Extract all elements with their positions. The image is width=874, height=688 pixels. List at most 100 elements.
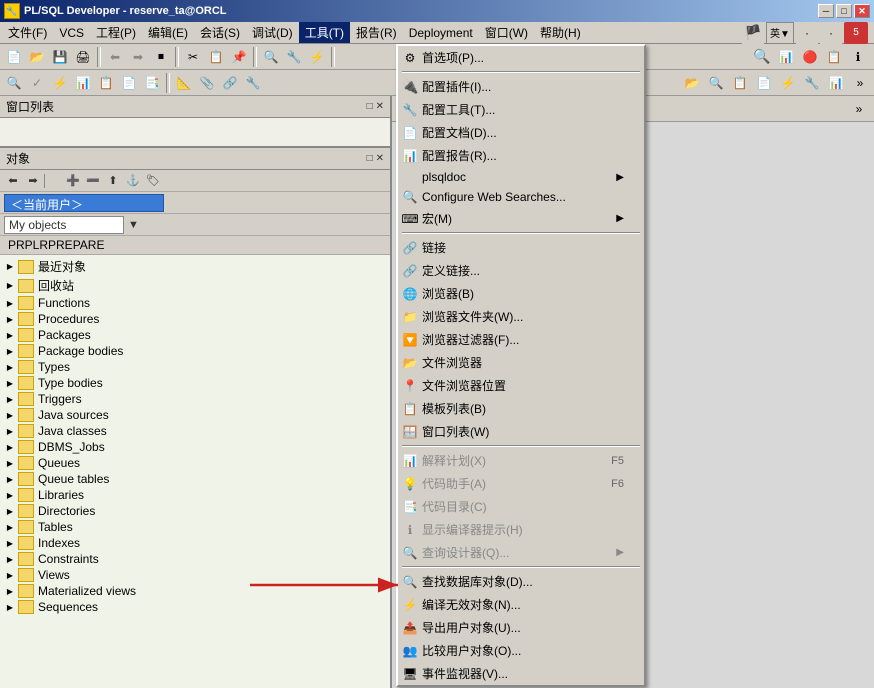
t2r-expand[interactable]: » — [849, 72, 871, 94]
menu-vcs[interactable]: VCS — [53, 24, 90, 42]
close-panel-icon[interactable]: ✕ — [376, 101, 384, 112]
t2-btn4[interactable]: 📊 — [72, 72, 94, 94]
t2r-btn5[interactable]: ⚡ — [777, 72, 799, 94]
t2r-btn7[interactable]: 📊 — [825, 72, 847, 94]
menu-tools[interactable]: 工具(T) — [299, 22, 350, 43]
tree-item-constraints[interactable]: ▶ Constraints — [0, 551, 390, 567]
lang-btn[interactable]: 英▼ — [766, 22, 794, 44]
obj-tb-back[interactable]: ⬅ — [4, 172, 22, 190]
schema-select[interactable]: ＜当前用户＞ — [4, 194, 164, 212]
obj-close-icon[interactable]: ✕ — [376, 153, 384, 164]
obj-tb-delete[interactable]: ➖ — [84, 172, 102, 190]
menu-deployment[interactable]: Deployment — [403, 24, 479, 42]
menu-project[interactable]: 工程(P) — [90, 22, 142, 43]
tree-item-directories[interactable]: ▶ Directories — [0, 503, 390, 519]
menu-session[interactable]: 会话(S) — [194, 22, 246, 43]
forward-btn[interactable]: ➡ — [127, 46, 149, 68]
t2-btn3[interactable]: ⚡ — [49, 72, 71, 94]
dm-define-link[interactable]: 🔗 定义链接... — [398, 259, 644, 282]
open-btn[interactable]: 📂 — [26, 46, 48, 68]
tree-item-javasrc[interactable]: ▶ Java sources — [0, 407, 390, 423]
dm-plsqldoc[interactable]: plsqldoc ▶ — [398, 167, 644, 187]
t2-btn2[interactable]: ✓ — [26, 72, 48, 94]
dm-compare-user-objects[interactable]: 👥 比较用户对象(O)... — [398, 639, 644, 662]
dm-window-list[interactable]: 🪟 窗口列表(W) — [398, 420, 644, 443]
save-btn[interactable]: 💾 — [49, 46, 71, 68]
dm-event-monitor[interactable]: 🖥 事件监视器(V)... — [398, 662, 644, 685]
dm-export-user-objects[interactable]: 📤 导出用户对象(U)... — [398, 616, 644, 639]
tb-icon1[interactable]: 🔍 — [751, 46, 773, 68]
tree-item-types[interactable]: ▶ Types — [0, 359, 390, 375]
dm-config-tools[interactable]: 🔧 配置工具(T)... — [398, 98, 644, 121]
copy-btn[interactable]: 📋 — [205, 46, 227, 68]
tree-item-indexes[interactable]: ▶ Indexes — [0, 535, 390, 551]
maximize-button[interactable]: □ — [836, 4, 852, 18]
tree-item-qtables[interactable]: ▶ Queue tables — [0, 471, 390, 487]
tb-icon5[interactable]: ℹ — [847, 46, 869, 68]
dm-config-reports[interactable]: 📊 配置报告(R)... — [398, 144, 644, 167]
filter-select[interactable]: My objects — [4, 216, 124, 234]
obj-tb-anchor[interactable]: ⚓ — [124, 172, 142, 190]
icon-btn3[interactable]: 5 — [844, 22, 868, 44]
tree-item-pkgbodies[interactable]: ▶ Package bodies — [0, 343, 390, 359]
print-btn[interactable]: 🖨 — [72, 46, 94, 68]
t2-btn7[interactable]: 📑 — [141, 72, 163, 94]
tree-item-recent[interactable]: ▶ 最近对象 — [0, 257, 390, 276]
menu-report[interactable]: 报告(R) — [350, 22, 403, 43]
dm-preferences[interactable]: ⚙ 首选项(P)... — [398, 46, 644, 69]
tree-item-queues[interactable]: ▶ Queues — [0, 455, 390, 471]
menu-edit[interactable]: 编辑(E) — [142, 22, 194, 43]
paste-btn[interactable]: 📌 — [228, 46, 250, 68]
tree-item-sequences[interactable]: ▶ Sequences — [0, 599, 390, 615]
minimize-button[interactable]: ─ — [818, 4, 834, 18]
back-btn[interactable]: ⬅ — [104, 46, 126, 68]
dm-template-list[interactable]: 📋 模板列表(B) — [398, 397, 644, 420]
tree-item-functions[interactable]: ▶ Functions — [0, 295, 390, 311]
t2-btn6[interactable]: 📄 — [118, 72, 140, 94]
dm-file-browser[interactable]: 📂 文件浏览器 — [398, 351, 644, 374]
t2-btn9[interactable]: 📎 — [196, 72, 218, 94]
dm-find-db-objects[interactable]: 🔍 查找数据库对象(D)... — [398, 570, 644, 593]
run-btn[interactable]: ⚡ — [306, 46, 328, 68]
menu-help[interactable]: 帮助(H) — [534, 22, 587, 43]
obj-tb-add[interactable]: ➕ — [64, 172, 82, 190]
dm-file-browser-location[interactable]: 📍 文件浏览器位置 — [398, 374, 644, 397]
tb-icon4[interactable]: 📋 — [823, 46, 845, 68]
t2-btn11[interactable]: 🔧 — [242, 72, 264, 94]
obj-float-icon[interactable]: □ — [367, 153, 373, 164]
obj-tb-flag[interactable]: 🏷 — [144, 172, 162, 190]
t2r-btn3[interactable]: 📋 — [729, 72, 751, 94]
tree-item-typebodies[interactable]: ▶ Type bodies — [0, 375, 390, 391]
stop-btn[interactable]: ⏹ — [150, 46, 172, 68]
dm-browser[interactable]: 🌐 浏览器(B) — [398, 282, 644, 305]
t2-btn10[interactable]: 🔗 — [219, 72, 241, 94]
dm-browser-folder[interactable]: 📁 浏览器文件夹(W)... — [398, 305, 644, 328]
dm-link[interactable]: 🔗 链接 — [398, 236, 644, 259]
tree-item-libraries[interactable]: ▶ Libraries — [0, 487, 390, 503]
t2r-btn2[interactable]: 🔍 — [705, 72, 727, 94]
dm-config-plugins[interactable]: 🔌 配置插件(I)... — [398, 75, 644, 98]
tree-item-tables[interactable]: ▶ Tables — [0, 519, 390, 535]
cut-btn[interactable]: ✂ — [182, 46, 204, 68]
t2r-btn1[interactable]: 📂 — [681, 72, 703, 94]
t2-btn5[interactable]: 📋 — [95, 72, 117, 94]
close-button[interactable]: ✕ — [854, 4, 870, 18]
float-icon[interactable]: □ — [367, 101, 373, 112]
obj-tb-forward[interactable]: ➡ — [24, 172, 42, 190]
dm-config-docs[interactable]: 📄 配置文档(D)... — [398, 121, 644, 144]
settings-btn[interactable]: 🔧 — [283, 46, 305, 68]
dm-macro[interactable]: ⌨ 宏(M) ▶ — [398, 207, 644, 230]
menu-window[interactable]: 窗口(W) — [479, 22, 534, 43]
dm-configure-web[interactable]: 🔍 Configure Web Searches... — [398, 187, 644, 207]
search-btn[interactable]: 🔍 — [260, 46, 282, 68]
rt-expand[interactable]: » — [848, 98, 870, 120]
tb-icon2[interactable]: 📊 — [775, 46, 797, 68]
tree-item-procedures[interactable]: ▶ Procedures — [0, 311, 390, 327]
dm-compile-invalid[interactable]: ⚡ 编译无效对象(N)... — [398, 593, 644, 616]
menu-file[interactable]: 文件(F) — [2, 22, 53, 43]
icon-btn2[interactable]: · — [820, 22, 842, 44]
t2-btn8[interactable]: 📐 — [173, 72, 195, 94]
t2r-btn6[interactable]: 🔧 — [801, 72, 823, 94]
dm-browser-filter[interactable]: 🔽 浏览器过滤器(F)... — [398, 328, 644, 351]
t2-btn1[interactable]: 🔍 — [3, 72, 25, 94]
